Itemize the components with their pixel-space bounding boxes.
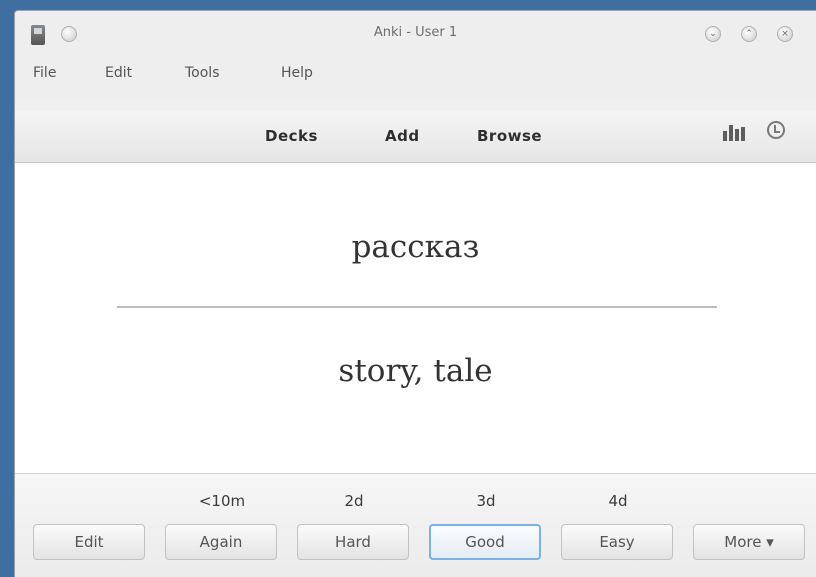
anki-window: Anki - User 1 ⌄ ⌃ × File Edit Tools Help…: [14, 10, 816, 577]
stats-icon[interactable]: [723, 125, 745, 141]
easy-button[interactable]: Easy: [561, 524, 673, 560]
more-button[interactable]: More ▾: [693, 524, 805, 560]
sync-icon[interactable]: [767, 121, 785, 139]
again-button[interactable]: Again: [165, 524, 277, 560]
card-front-text: рассказ: [351, 229, 480, 265]
toolbar-decks-link[interactable]: Decks: [265, 127, 318, 145]
card-back-text: story, tale: [338, 353, 493, 389]
restore-icon[interactable]: ⌃: [741, 26, 757, 42]
edit-button[interactable]: Edit: [33, 524, 145, 560]
close-icon[interactable]: ×: [777, 26, 793, 42]
again-interval: <10m: [198, 492, 246, 510]
title-bar[interactable]: Anki - User 1 ⌄ ⌃ ×: [15, 11, 816, 55]
menu-bar: File Edit Tools Help: [15, 63, 816, 87]
minimize-icon[interactable]: ⌄: [705, 26, 721, 42]
menu-help[interactable]: Help: [281, 65, 313, 81]
hard-button[interactable]: Hard: [297, 524, 409, 560]
menu-file[interactable]: File: [33, 65, 56, 81]
toolbar-browse-link[interactable]: Browse: [477, 127, 542, 145]
hard-interval: 2d: [344, 492, 364, 510]
good-button[interactable]: Good: [429, 524, 541, 560]
answer-bar: <10m 2d 3d 4d Edit Again Hard Good Easy …: [15, 473, 816, 577]
window-title: Anki - User 1: [373, 25, 458, 40]
menu-tools[interactable]: Tools: [185, 65, 220, 81]
card-view: рассказ story, tale: [15, 163, 816, 473]
menu-edit[interactable]: Edit: [105, 65, 132, 81]
good-interval: 3d: [476, 492, 496, 510]
toolbar-add-link[interactable]: Add: [385, 127, 420, 145]
answer-divider: [117, 306, 717, 308]
toolbar-top-shade: [15, 91, 816, 113]
main-toolbar: Decks Add Browse: [15, 111, 816, 163]
easy-interval: 4d: [608, 492, 628, 510]
